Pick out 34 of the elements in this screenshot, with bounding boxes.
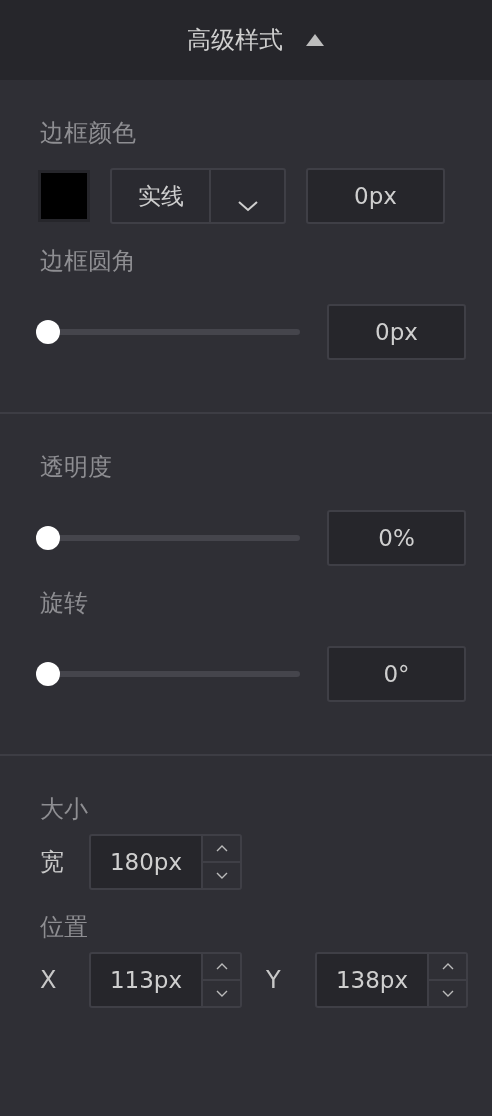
field-label: 旋转 [40,588,88,618]
chevron-down-icon [215,872,228,879]
slider-thumb[interactable] [36,526,60,550]
value-field[interactable]: 0° [327,646,466,702]
field-label: Y [266,966,282,994]
field-label: 宽 [40,847,65,878]
panel-title: 高级样式 [187,25,283,56]
number-field[interactable]: 113px [89,952,242,1008]
chevron-up-icon [441,963,454,970]
field-label: X [40,966,58,994]
slider-thumb[interactable] [36,662,60,686]
field-label: 边框颜色 [40,118,136,148]
chevron-down-icon [441,990,454,997]
slider[interactable] [36,526,300,550]
field-label: 边框圆角 [40,246,136,276]
slider[interactable] [36,320,300,344]
chevron-up-icon [215,845,228,852]
slider-thumb[interactable] [36,320,60,344]
border-width-field[interactable]: 0px [306,168,445,224]
color-swatch[interactable] [38,170,90,222]
number-field[interactable]: 138px [315,952,468,1008]
line-style-dropdown[interactable]: 实线 [110,168,286,224]
panel-header[interactable]: 高级样式 [0,0,492,80]
collapse-triangle-icon[interactable] [305,33,325,47]
value-field[interactable]: 0% [327,510,466,566]
field-label: 位置 [40,912,88,942]
chevron-down-icon [215,990,228,997]
field-label: 大小 [40,794,88,824]
caret-icon [236,200,259,212]
slider[interactable] [36,662,300,686]
number-field[interactable]: 180px [89,834,242,890]
value-field[interactable]: 0px [327,304,466,360]
chevron-up-icon [215,963,228,970]
field-label: 透明度 [40,452,112,482]
